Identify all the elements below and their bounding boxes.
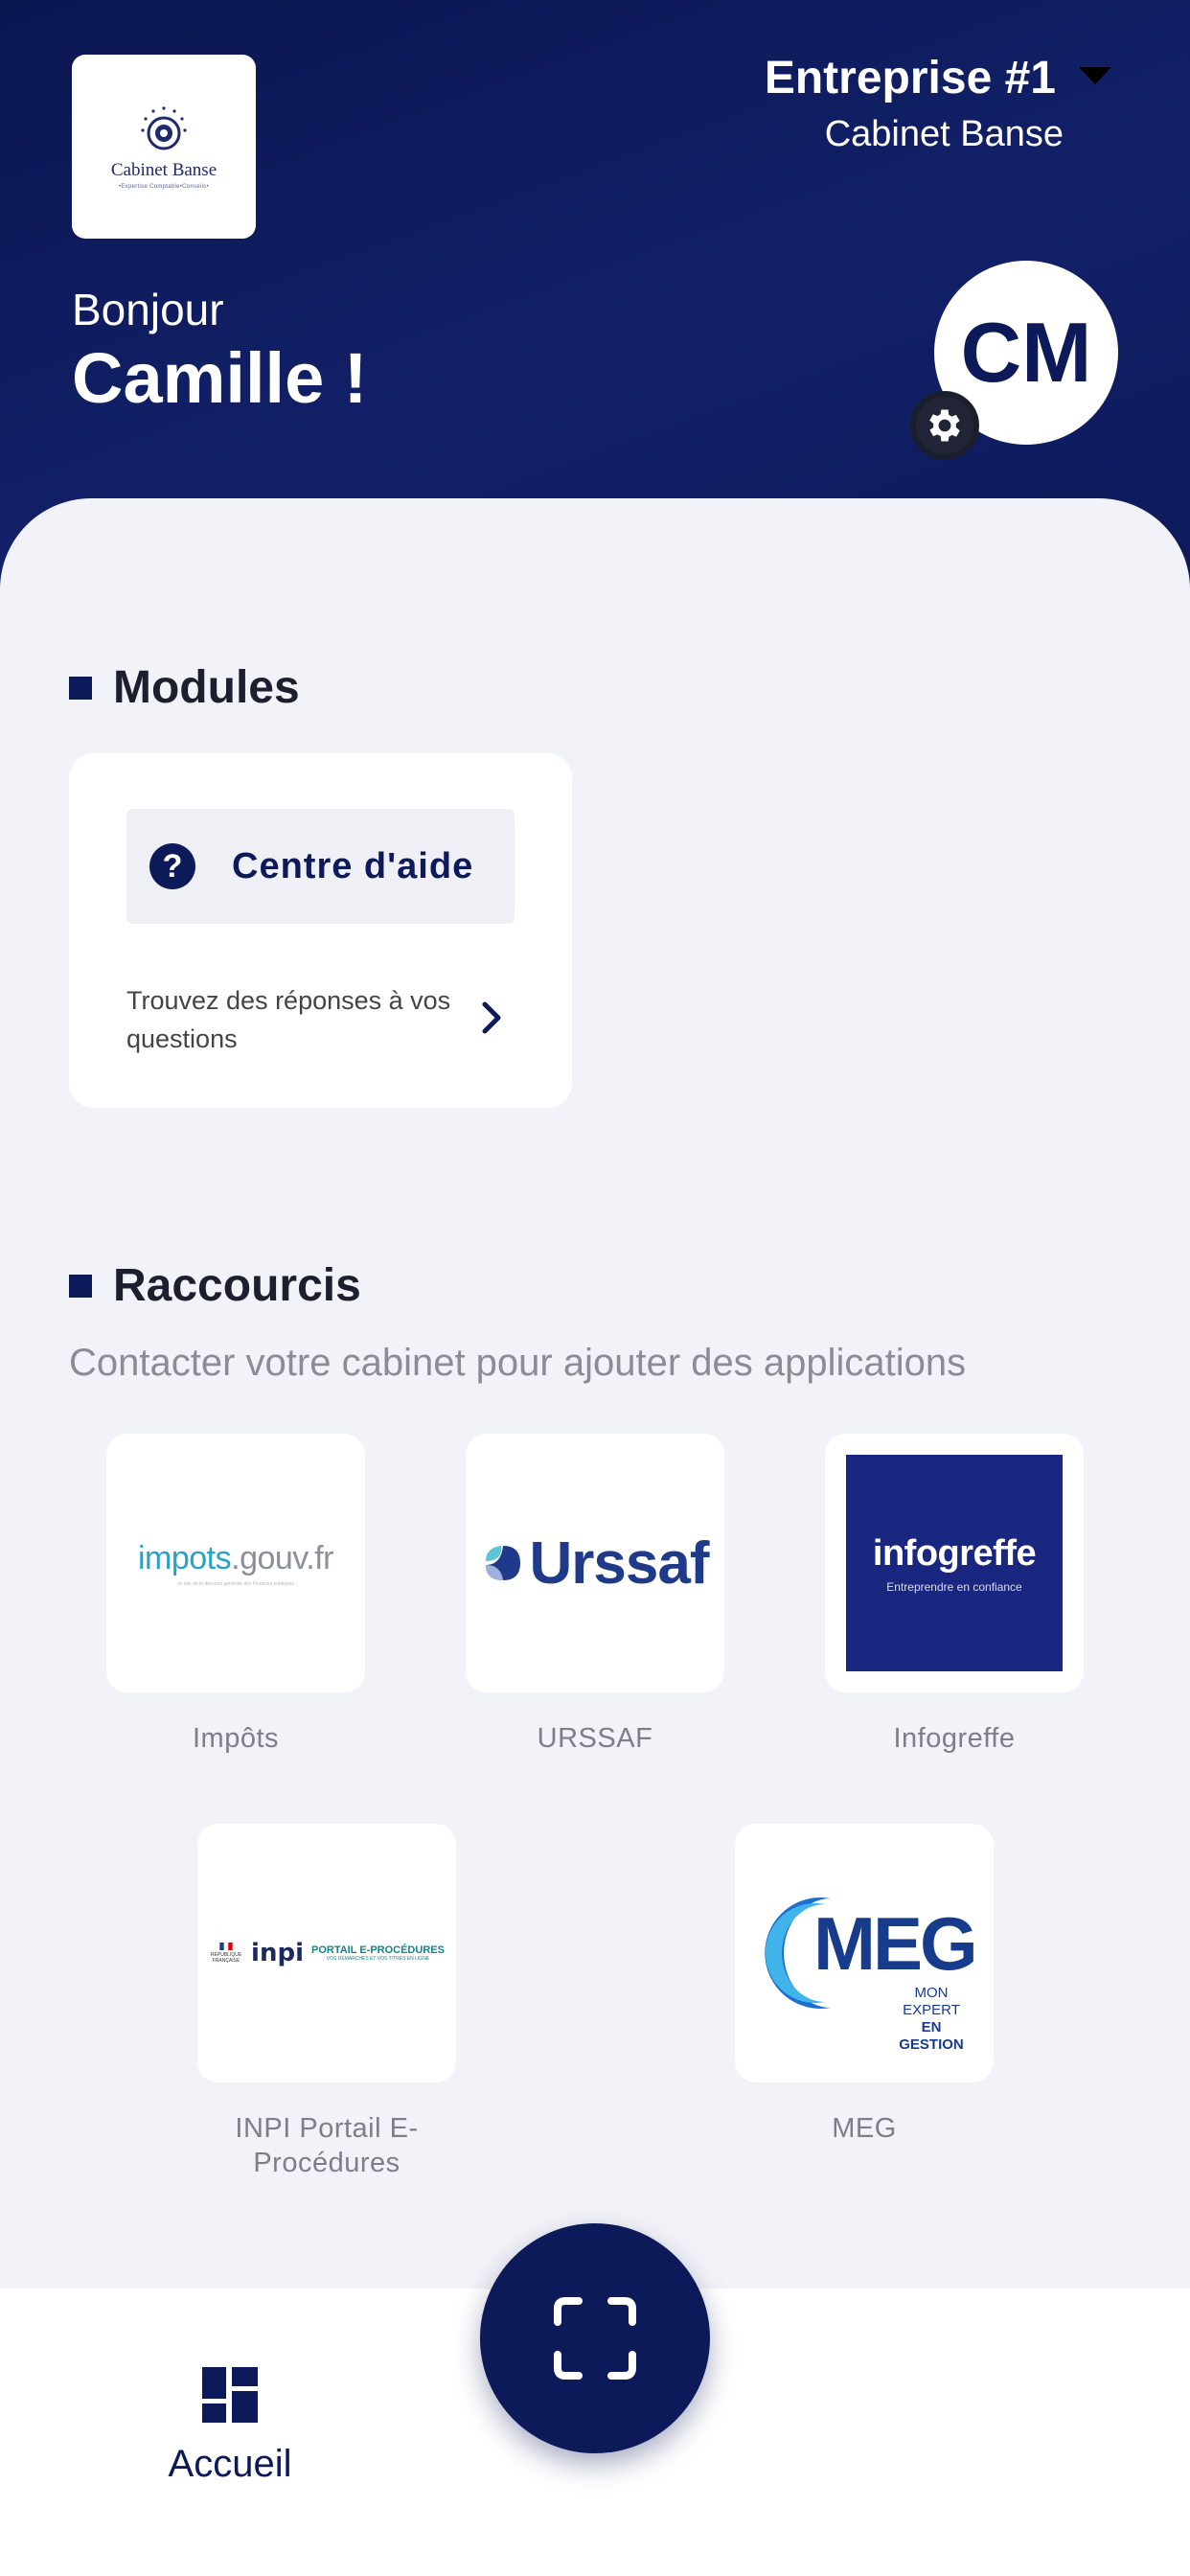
caret-down-icon[interactable]: [1079, 67, 1111, 84]
meg-logo-sub: MON EXPERT: [903, 1985, 960, 2018]
app-shortcut-meg[interactable]: MEG MON EXPERT EN GESTION MEG: [735, 1824, 994, 2146]
chevron-right-icon: [482, 1001, 501, 1034]
urssaf-logo: Urssaf: [466, 1434, 724, 1692]
greeting: Bonjour Camille !: [72, 284, 367, 419]
impots-logo-text: impots: [137, 1539, 232, 1576]
infogreffe-logo: infogreffe Entreprendre en confiance: [825, 1434, 1084, 1692]
module-card-help-center[interactable]: ? Centre d'aide Trouvez des réponses à v…: [69, 753, 572, 1108]
french-flag-icon: [219, 1943, 233, 1950]
bullet-square-icon: [69, 676, 92, 700]
meg-logo: MEG MON EXPERT EN GESTION: [735, 1824, 994, 2082]
inpi-republique: RÉPUBLIQUE FRANÇAISE: [210, 1952, 242, 1964]
inpi-logo: RÉPUBLIQUE FRANÇAISE inpi PORTAIL E-PROC…: [197, 1824, 456, 2082]
inpi-logo-portal: PORTAIL E-PROCÉDURES: [311, 1944, 445, 1956]
app-label: INPI Portail E-Procédures: [235, 2113, 419, 2178]
app-label: URSSAF: [537, 1723, 653, 1754]
app-shortcut-impots[interactable]: impots.gouv.fr un site de la direction g…: [106, 1434, 365, 1756]
shortcuts-title-text: Raccourcis: [113, 1260, 361, 1311]
scan-icon: [554, 2297, 636, 2380]
question-icon: ?: [149, 843, 195, 889]
firm-logo-tagline: •Expertise Comptable•Conseils•: [118, 183, 209, 190]
shortcuts-subtitle: Contacter votre cabinet pour ajouter des…: [69, 1342, 967, 1384]
tab-home[interactable]: Accueil: [163, 2367, 297, 2486]
tab-home-label: Accueil: [168, 2443, 292, 2485]
greeting-user-name: Camille !: [72, 338, 368, 418]
urssaf-logo-text: Urssaf: [529, 1530, 710, 1597]
infogreffe-logo-sub: Entreprendre en confiance: [886, 1579, 1022, 1594]
company-firm: Cabinet Banse: [824, 114, 1064, 154]
settings-button[interactable]: [910, 391, 979, 460]
app-shortcut-urssaf[interactable]: Urssaf URSSAF: [466, 1434, 724, 1756]
app-label: MEG: [832, 2113, 897, 2144]
bullet-square-icon: [69, 1274, 92, 1298]
firm-logo-name: Cabinet Banse: [110, 159, 217, 180]
help-center-description: Trouvez des réponses à vos questions: [126, 986, 451, 1053]
help-center-header: ? Centre d'aide: [126, 809, 515, 924]
company-name: Entreprise #1: [764, 53, 1056, 104]
impots-logo: impots.gouv.fr un site de la direction g…: [106, 1434, 365, 1692]
greeting-hello: Bonjour: [72, 285, 224, 334]
modules-title-text: Modules: [113, 662, 300, 713]
shortcuts-title: Raccourcis: [69, 1259, 361, 1312]
impots-logo-domain: .gouv.fr: [231, 1539, 333, 1576]
app-shortcut-inpi[interactable]: RÉPUBLIQUE FRANÇAISE inpi PORTAIL E-PROC…: [197, 1824, 456, 2180]
scan-button[interactable]: [480, 2223, 710, 2453]
firm-logo: Cabinet Banse •Expertise Comptable•Conse…: [72, 55, 256, 239]
company-selector[interactable]: Entreprise #1 Cabinet Banse: [764, 52, 1064, 155]
meg-logo-text: MEG: [813, 1901, 978, 1986]
firm-logo-icon: [141, 105, 187, 150]
meg-logo-sub2: EN GESTION: [899, 2019, 964, 2053]
help-center-label: Centre d'aide: [232, 845, 474, 886]
infogreffe-logo-text: infogreffe: [872, 1532, 1037, 1574]
impots-logo-sub: un site de la direction générale des Fin…: [176, 1580, 294, 1587]
urssaf-leaf-icon: [485, 1546, 520, 1580]
inpi-logo-portal-sub: VOS DÉMARCHES ET VOS TITRES EN LIGNE: [326, 1956, 430, 1962]
app-label: Infogreffe: [893, 1723, 1016, 1754]
app-shortcut-infogreffe[interactable]: infogreffe Entreprendre en confiance Inf…: [825, 1434, 1084, 1756]
modules-title: Modules: [69, 661, 300, 714]
inpi-logo-text: inpi: [251, 1939, 304, 1967]
dashboard-icon: [202, 2367, 258, 2423]
app-label: Impôts: [192, 1723, 280, 1754]
gear-icon: [929, 409, 960, 442]
